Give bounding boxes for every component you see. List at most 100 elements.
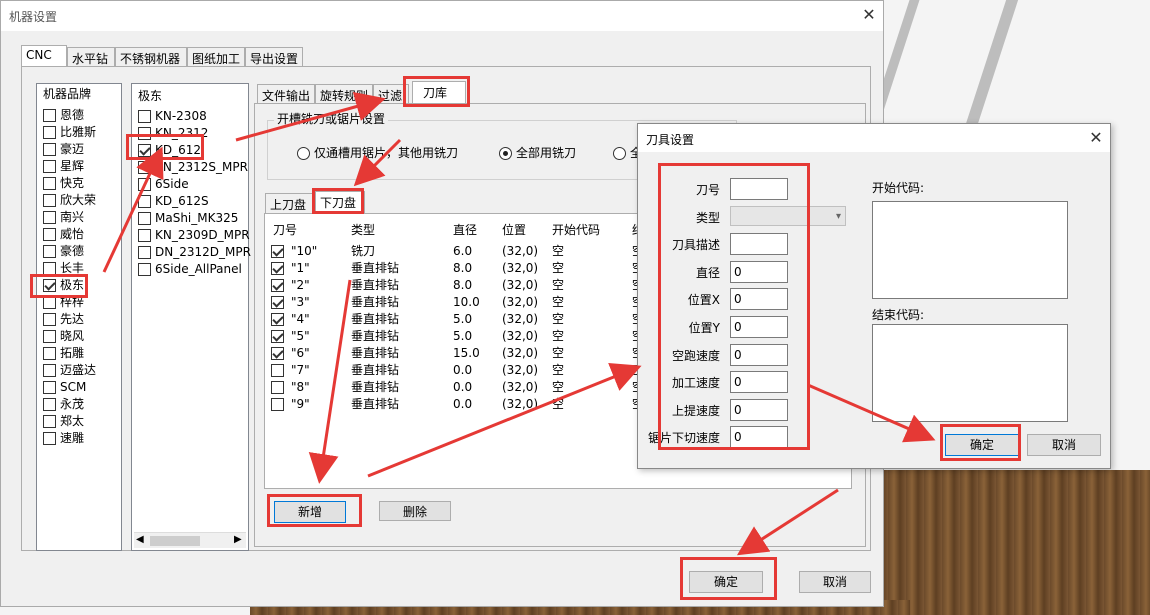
chevron-down-icon[interactable]: ▾ [836, 207, 841, 227]
model-item[interactable]: KN_2312S_MPR [138, 159, 248, 176]
dialog-close-icon[interactable]: ✕ [1086, 128, 1106, 148]
radio-all-mill[interactable]: 全部用铣刀 [499, 145, 576, 162]
checkbox-icon[interactable] [43, 330, 56, 343]
brand-item[interactable]: 欣大荣 [43, 192, 96, 209]
model-item-label: 6Side_AllPanel [155, 262, 242, 276]
highlight-ok-button [680, 557, 777, 600]
checkbox-icon[interactable] [43, 245, 56, 258]
brand-item[interactable]: 拓雕 [43, 345, 84, 362]
brand-item[interactable]: 豪迈 [43, 141, 84, 158]
model-item[interactable]: 6Side [138, 176, 189, 193]
checkbox-icon[interactable] [138, 161, 151, 174]
row-checkbox-icon[interactable] [271, 347, 284, 360]
model-item[interactable]: DN_2312D_MPR [138, 244, 251, 261]
checkbox-icon[interactable] [43, 347, 56, 360]
brand-item[interactable]: SCM [43, 379, 86, 396]
checkbox-icon[interactable] [43, 109, 56, 122]
column-header[interactable]: 类型 [351, 220, 375, 240]
checkbox-icon[interactable] [43, 381, 56, 394]
brand-item[interactable]: 快克 [43, 175, 84, 192]
tab-cnc[interactable]: CNC [21, 45, 67, 67]
tab-rotate-rule[interactable]: 旋转规则 [315, 84, 373, 104]
dialog-cancel-button[interactable]: 取消 [1027, 434, 1101, 456]
checkbox-icon[interactable] [43, 160, 56, 173]
row-checkbox-icon[interactable] [271, 245, 284, 258]
model-item[interactable]: 6Side_AllPanel [138, 261, 242, 278]
brand-item[interactable]: 比雅斯 [43, 124, 96, 141]
radio-icon[interactable] [499, 147, 512, 160]
checkbox-icon[interactable] [43, 228, 56, 241]
delete-tool-button[interactable]: 删除 [379, 501, 451, 521]
row-checkbox-icon[interactable] [271, 398, 284, 411]
tab-export[interactable]: 导出设置 [245, 47, 303, 67]
checkbox-icon[interactable] [43, 126, 56, 139]
scroll-left-icon[interactable]: ◀ [136, 534, 144, 545]
scroll-right-icon[interactable]: ▶ [234, 534, 242, 545]
row-checkbox-icon[interactable] [271, 296, 284, 309]
checkbox-icon[interactable] [138, 263, 151, 276]
checkbox-icon[interactable] [43, 432, 56, 445]
checkbox-icon[interactable] [43, 211, 56, 224]
row-checkbox-icon[interactable] [271, 262, 284, 275]
column-header[interactable]: 位置 [502, 220, 526, 240]
checkbox-icon[interactable] [43, 415, 56, 428]
model-item[interactable]: KD_612S [138, 193, 209, 210]
brand-item[interactable]: 先达 [43, 311, 84, 328]
brand-item[interactable]: 南兴 [43, 209, 84, 226]
brand-list[interactable]: 机器品牌 恩德 比雅斯 豪迈 星辉 快克 欣大荣 南兴 威怡 豪德 长丰 极东 梓梓 先达 晓风 拓雕 迈盛达… [36, 83, 122, 551]
checkbox-icon[interactable] [43, 398, 56, 411]
radio-icon[interactable] [297, 147, 310, 160]
end-code-input[interactable] [872, 324, 1068, 422]
tab-file-output[interactable]: 文件输出 [257, 84, 315, 104]
checkbox-icon[interactable] [138, 229, 151, 242]
checkbox-icon[interactable] [43, 313, 56, 326]
model-item[interactable]: KN_2309D_MPR [138, 227, 250, 244]
model-item[interactable]: MaShi_MK325 [138, 210, 238, 227]
radio-saw-slot[interactable]: 仅通槽用锯片，其他用铣刀 [297, 145, 458, 162]
checkbox-icon[interactable] [43, 177, 56, 190]
row-checkbox-icon[interactable] [271, 279, 284, 292]
scroll-thumb[interactable] [150, 536, 200, 546]
brand-item[interactable]: 迈盛达 [43, 362, 96, 379]
brand-item[interactable]: 豪德 [43, 243, 84, 260]
checkbox-icon[interactable] [138, 246, 151, 259]
column-header[interactable]: 刀号 [273, 220, 297, 240]
tab-drawing[interactable]: 图纸加工 [187, 47, 245, 67]
brand-item[interactable]: 永茂 [43, 396, 84, 413]
checkbox-icon[interactable] [43, 143, 56, 156]
brand-item[interactable]: 威怡 [43, 226, 84, 243]
checkbox-icon[interactable] [138, 110, 151, 123]
row-checkbox-icon[interactable] [271, 364, 284, 377]
model-item[interactable]: KN-2308 [138, 108, 207, 125]
checkbox-icon[interactable] [43, 194, 56, 207]
column-header[interactable]: 直径 [453, 220, 477, 240]
column-header[interactable]: 开始代码 [552, 220, 600, 240]
row-checkbox-icon[interactable] [271, 381, 284, 394]
brand-item[interactable]: 郑太 [43, 413, 84, 430]
checkbox-icon[interactable] [138, 195, 151, 208]
checkbox-icon[interactable] [138, 212, 151, 225]
brand-item-label: 郑太 [60, 414, 85, 428]
tab-upper-disk[interactable]: 上刀盘 [265, 193, 315, 213]
cancel-button[interactable]: 取消 [799, 571, 871, 593]
start-code-input[interactable] [872, 201, 1068, 299]
brand-item[interactable]: 晓风 [43, 328, 84, 345]
brand-item[interactable]: 恩德 [43, 107, 84, 124]
start-code-label: 开始代码: [872, 181, 925, 195]
table-cell-type: 垂直排钻 [351, 397, 400, 411]
row-checkbox-icon[interactable] [271, 330, 284, 343]
checkbox-icon[interactable] [43, 364, 56, 377]
radio-icon[interactable] [613, 147, 626, 160]
checkbox-icon[interactable] [138, 178, 151, 191]
table-cell-pos: (32,0) [502, 244, 539, 258]
horizontal-scrollbar[interactable]: ◀ ▶ [134, 532, 246, 548]
close-icon[interactable]: ✕ [859, 5, 879, 25]
tab-horizontal-drill[interactable]: 水平钻 [67, 47, 115, 67]
radio-label: 仅通槽用锯片，其他用铣刀 [314, 146, 459, 160]
table-cell-type: 垂直排钻 [351, 261, 400, 275]
brand-item[interactable]: 速雕 [43, 430, 84, 447]
brand-item[interactable]: 星辉 [43, 158, 84, 175]
tab-stainless[interactable]: 不锈钢机器 [115, 47, 187, 67]
table-cell-start: 空 [552, 329, 565, 343]
row-checkbox-icon[interactable] [271, 313, 284, 326]
